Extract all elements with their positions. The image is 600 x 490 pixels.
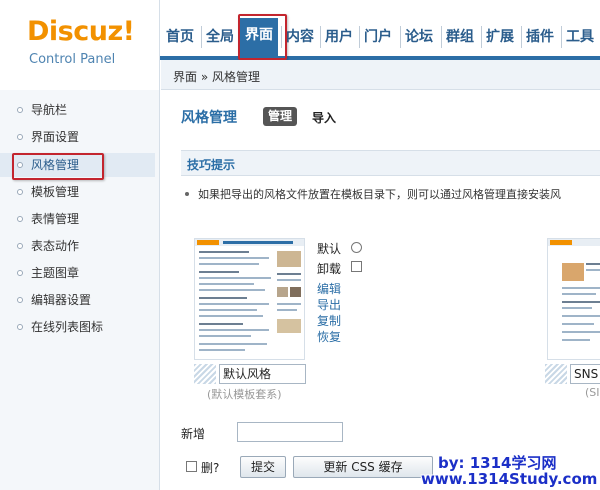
nav-item-home[interactable]: 首页 (166, 26, 194, 48)
theme-sns-thumbnail[interactable] (547, 238, 600, 360)
nav-item-interface[interactable]: 界面 (240, 18, 278, 56)
bullet-icon (17, 243, 23, 249)
breadcrumb: 界面 » 风格管理 (173, 70, 260, 84)
control-panel-subtitle: Control Panel (29, 52, 116, 67)
new-label: 新增 (181, 427, 206, 441)
nav-item-extend[interactable]: 扩展 (481, 26, 514, 48)
theme-color-icon (194, 364, 216, 384)
tab-manage[interactable]: 管理 (263, 107, 298, 126)
submit-button[interactable]: 提交 (240, 456, 286, 478)
theme-sns-caption: (SI (585, 386, 600, 399)
default-option-label: 默认 (317, 242, 342, 256)
bullet-icon (17, 134, 23, 140)
nav-item-users[interactable]: 用户 (320, 26, 353, 48)
theme-color-icon (545, 364, 567, 384)
nav-item-portal[interactable]: 门户 (359, 26, 392, 48)
restore-link[interactable]: 恢复 (317, 328, 341, 345)
sidebar-item-reactions[interactable]: 表态动作 (0, 234, 155, 258)
sidebar-item-ui-settings[interactable]: 界面设置 (0, 125, 155, 149)
breadcrumb-bar: 界面 » 风格管理 (161, 60, 600, 90)
sidebar-item-editor-settings[interactable]: 编辑器设置 (0, 288, 155, 312)
sidebar: 导航栏 界面设置 风格管理 模板管理 表情管理 表态动作 主题图章 编辑器设置 … (0, 90, 160, 490)
bullet-icon (17, 162, 23, 168)
discuz-logo: Discuz! (27, 16, 135, 47)
sidebar-item-smiley-manage[interactable]: 表情管理 (0, 207, 155, 231)
sidebar-item-thread-stamps[interactable]: 主题图章 (0, 261, 155, 285)
bullet-icon (17, 297, 23, 303)
edit-link[interactable]: 编辑 (317, 280, 341, 297)
nav-item-tools[interactable]: 工具 (561, 26, 594, 48)
uninstall-checkbox[interactable] (351, 261, 362, 272)
nav-item-content[interactable]: 内容 (281, 26, 314, 48)
nav-item-global[interactable]: 全局 (201, 26, 234, 48)
delete-label: 删? (201, 461, 220, 475)
sidebar-item-style-manage[interactable]: 风格管理 (0, 153, 155, 177)
default-radio[interactable] (351, 242, 362, 253)
export-link[interactable]: 导出 (317, 296, 341, 313)
bullet-icon (17, 189, 23, 195)
new-theme-input[interactable] (237, 422, 343, 442)
sidebar-item-online-icons[interactable]: 在线列表图标 (0, 315, 155, 339)
nav-item-groups[interactable]: 群组 (441, 26, 474, 48)
tip-text: 如果把导出的风格文件放置在模板目录下，则可以通过风格管理直接安装风 (181, 186, 600, 202)
refresh-css-button[interactable]: 更新 CSS 缓存 (293, 456, 433, 478)
watermark-line2: www.1314Study.com (421, 470, 598, 488)
nav-item-plugins[interactable]: 插件 (521, 26, 554, 48)
theme-default-caption: (默认模板套系) (207, 388, 282, 401)
bullet-icon (17, 216, 23, 222)
theme-default-thumbnail[interactable] (194, 238, 305, 360)
theme-sns-name-input[interactable]: SNS (570, 364, 600, 384)
bullet-icon (185, 192, 189, 196)
nav-item-forum[interactable]: 论坛 (400, 26, 433, 48)
uninstall-option-label: 卸载 (317, 262, 342, 276)
sidebar-item-template-manage[interactable]: 模板管理 (0, 180, 155, 204)
copy-link[interactable]: 复制 (317, 312, 341, 329)
bullet-icon (17, 270, 23, 276)
bullet-icon (17, 107, 23, 113)
delete-checkbox[interactable] (186, 461, 197, 472)
tab-import[interactable]: 导入 (312, 109, 336, 126)
sidebar-item-navbar[interactable]: 导航栏 (0, 98, 155, 122)
main-content: 风格管理 管理 导入 技巧提示 如果把导出的风格文件放置在模板目录下，则可以通过… (161, 91, 600, 490)
tips-title: 技巧提示 (187, 158, 236, 172)
tips-bar: 技巧提示 (181, 150, 600, 176)
top-nav: 首页 全局 界面 内容 用户 门户 论坛 群组 扩展 插件 工具 (160, 0, 600, 56)
bullet-icon (17, 324, 23, 330)
page-title: 风格管理 (181, 110, 237, 126)
logo-area: Discuz! Control Panel (0, 0, 160, 90)
theme-default-name-input[interactable]: 默认风格 (219, 364, 306, 384)
